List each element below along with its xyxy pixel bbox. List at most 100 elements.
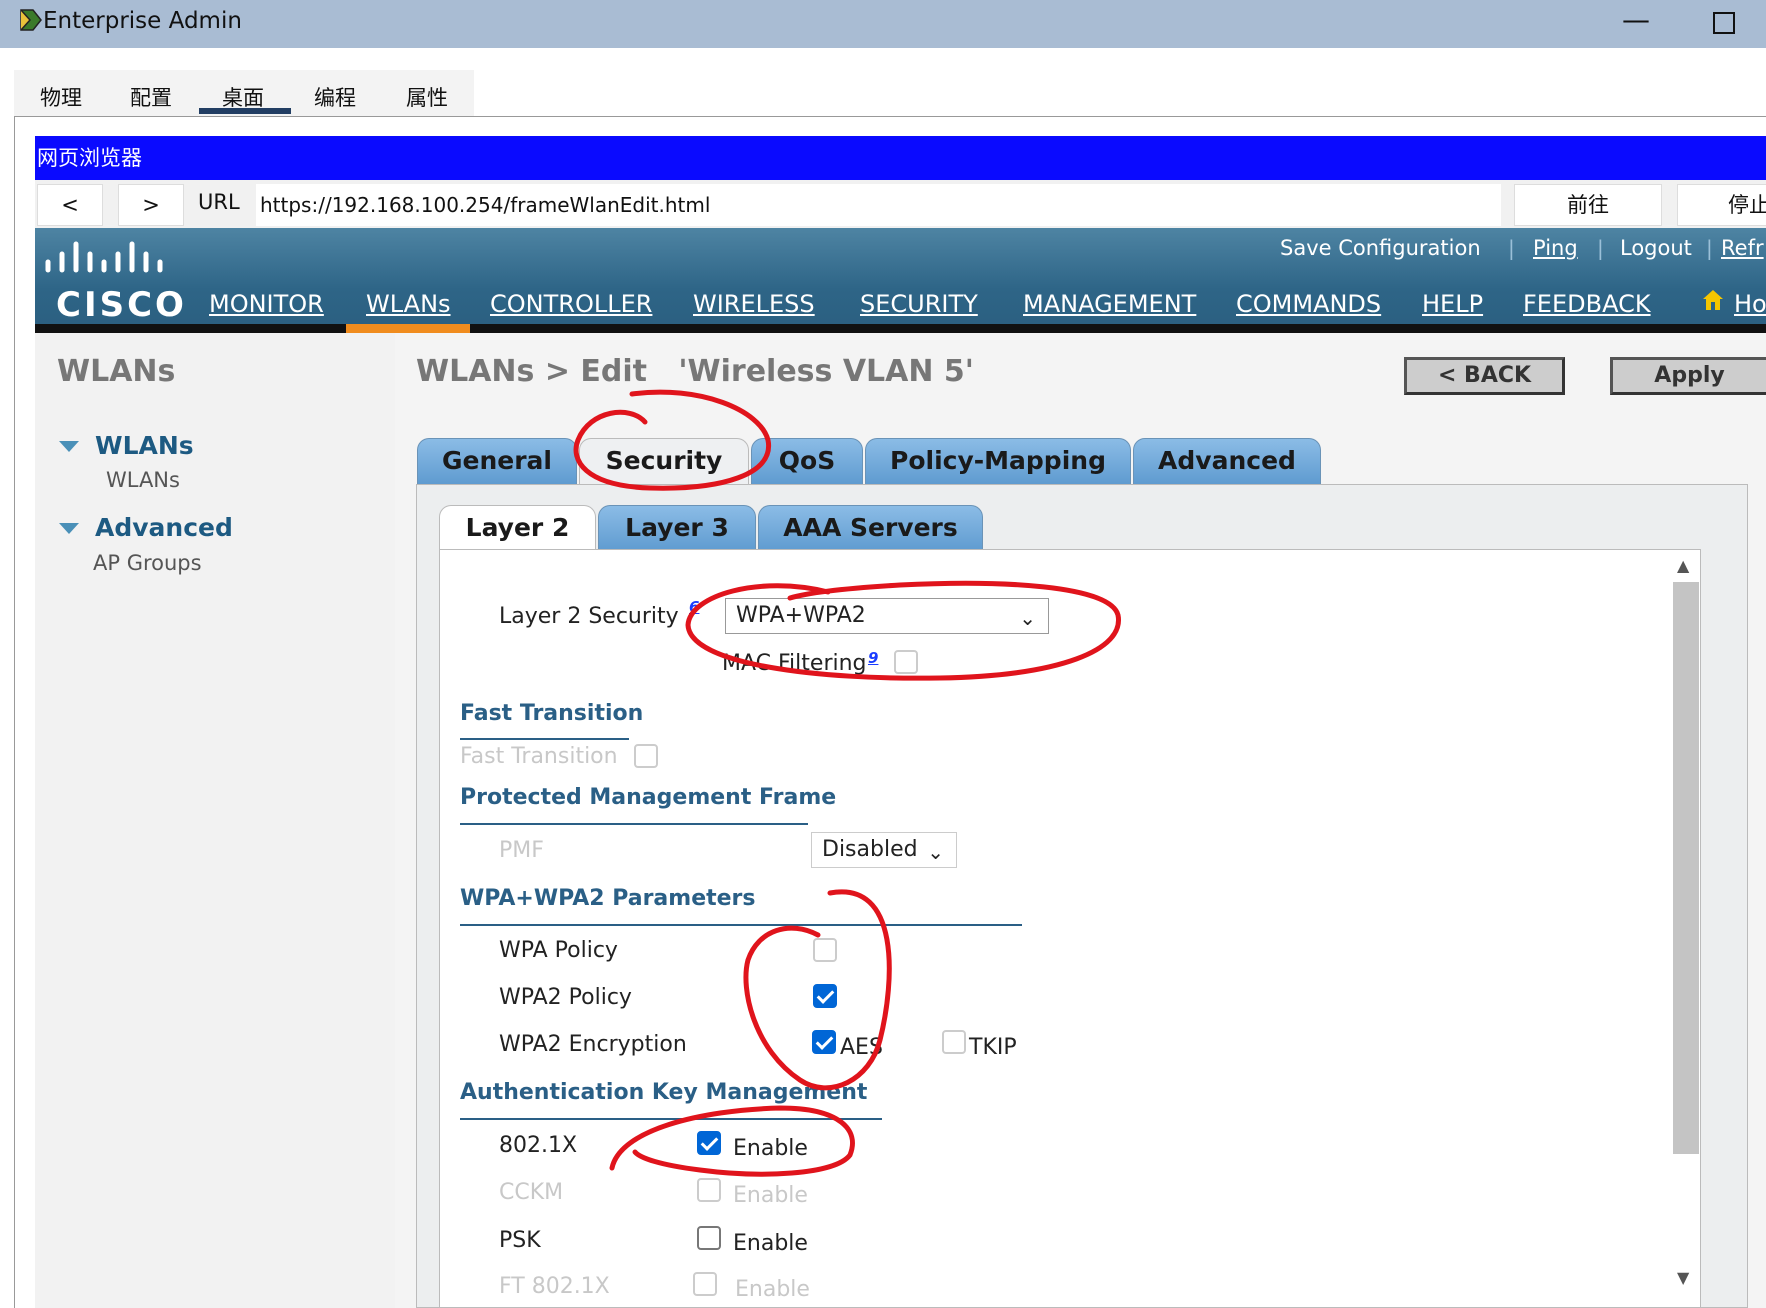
fast-transition-checkbox[interactable] xyxy=(634,744,658,768)
minimize-icon[interactable]: — xyxy=(1622,3,1650,36)
wpa-policy-label: WPA Policy xyxy=(499,938,618,963)
tab-advanced[interactable]: Advanced xyxy=(1133,438,1321,484)
section-divider xyxy=(460,1118,882,1120)
menu-controller[interactable]: CONTROLLER xyxy=(490,290,652,318)
go-button[interactable]: 前往 xyxy=(1514,184,1662,226)
stop-button[interactable]: 停止 xyxy=(1677,184,1766,226)
scrollbar[interactable] xyxy=(1673,582,1699,1154)
wpa2-policy-label: WPA2 Policy xyxy=(499,985,632,1010)
section-divider xyxy=(460,924,1022,926)
akm-ft8021x-option: Enable xyxy=(735,1277,810,1302)
home-icon[interactable] xyxy=(1702,288,1724,312)
akm-cckm-label: CCKM xyxy=(499,1180,564,1205)
akm-psk-label: PSK xyxy=(499,1228,541,1253)
sidebar xyxy=(35,333,395,1308)
akm-cckm-checkbox[interactable] xyxy=(697,1178,721,1202)
akm-8021x-option: Enable xyxy=(733,1136,808,1161)
section-divider xyxy=(460,823,808,825)
window-title-bar xyxy=(0,0,1766,48)
tab-attributes[interactable]: 属性 xyxy=(406,82,448,112)
menu-wireless[interactable]: WIRELESS xyxy=(693,290,815,318)
tab-policy-mapping[interactable]: Policy-Mapping xyxy=(865,438,1131,484)
window-title: Enterprise Admin xyxy=(43,8,242,34)
tab-general[interactable]: General xyxy=(417,438,577,484)
pmf-value: Disabled xyxy=(822,837,918,862)
header-bottom-bar xyxy=(35,324,1766,333)
mac-filtering-footnote[interactable]: 9 xyxy=(868,649,878,667)
sidebar-group-wlans[interactable]: WLANs xyxy=(95,431,194,460)
wpa2-policy-checkbox[interactable] xyxy=(813,984,837,1008)
app-icon xyxy=(20,9,42,31)
section-divider xyxy=(460,738,629,740)
menu-commands[interactable]: COMMANDS xyxy=(1236,290,1381,318)
pmf-select[interactable]: Disabled ⌄ xyxy=(811,832,957,868)
forward-button[interactable]: > xyxy=(118,184,184,226)
browser-title: 网页浏览器 xyxy=(35,136,1766,180)
logout-link[interactable]: Logout xyxy=(1620,236,1692,260)
url-label: URL xyxy=(198,190,240,214)
page-title: WLANs > Edit 'Wireless VLAN 5' xyxy=(416,354,974,389)
sidebar-item-ap-groups[interactable]: AP Groups xyxy=(93,551,202,575)
expand-triangle-icon[interactable] xyxy=(59,441,79,452)
menu-monitor[interactable]: MONITOR xyxy=(209,290,324,318)
cisco-logo-text: CISCO xyxy=(56,285,187,325)
akm-ft8021x-label: FT 802.1X xyxy=(499,1274,610,1299)
link-separator: | xyxy=(1508,236,1515,260)
aes-label: AES xyxy=(840,1035,883,1060)
menu-wlans[interactable]: WLANs xyxy=(366,290,451,318)
menu-feedback[interactable]: FEEDBACK xyxy=(1523,290,1651,318)
menu-management[interactable]: MANAGEMENT xyxy=(1023,290,1196,318)
tab-physical[interactable]: 物理 xyxy=(40,82,82,112)
url-input[interactable] xyxy=(256,184,1501,226)
active-tab-indicator xyxy=(199,108,291,114)
layer2-security-select[interactable]: WPA+WPA2 ⌄ xyxy=(725,598,1049,634)
layer2-security-footnote[interactable]: 6 xyxy=(689,598,699,616)
menu-home[interactable]: Ho xyxy=(1734,290,1766,318)
back-page-button[interactable]: < BACK xyxy=(1404,357,1565,395)
fast-transition-section: Fast Transition xyxy=(460,701,644,726)
layer2-security-value: WPA+WPA2 xyxy=(736,603,866,628)
menu-security[interactable]: SECURITY xyxy=(860,290,978,318)
akm-cckm-option: Enable xyxy=(733,1183,808,1208)
ping-link[interactable]: Ping xyxy=(1533,236,1578,260)
subtab-layer2[interactable]: Layer 2 xyxy=(439,505,596,551)
wpa-section: WPA+WPA2 Parameters xyxy=(460,886,756,911)
sidebar-group-advanced[interactable]: Advanced xyxy=(95,513,233,542)
refresh-link[interactable]: Refr xyxy=(1721,236,1764,260)
tab-security[interactable]: Security xyxy=(579,438,749,484)
akm-section: Authentication Key Management xyxy=(460,1080,868,1105)
akm-psk-checkbox[interactable] xyxy=(697,1226,721,1250)
tab-programming[interactable]: 编程 xyxy=(314,82,356,112)
mac-filtering-checkbox[interactable] xyxy=(894,650,918,674)
sidebar-title: WLANs xyxy=(57,354,176,389)
subtab-layer3[interactable]: Layer 3 xyxy=(598,505,756,551)
save-configuration-link[interactable]: Save Configuration xyxy=(1280,236,1481,260)
tab-config[interactable]: 配置 xyxy=(130,82,172,112)
pmf-section: Protected Management Frame xyxy=(460,785,837,810)
maximize-icon[interactable] xyxy=(1713,12,1735,34)
pmf-label: PMF xyxy=(499,838,544,863)
menu-help[interactable]: HELP xyxy=(1422,290,1483,318)
wpa-policy-checkbox[interactable] xyxy=(813,938,837,962)
akm-psk-option: Enable xyxy=(733,1231,808,1256)
link-separator: | xyxy=(1706,236,1713,260)
tab-qos[interactable]: QoS xyxy=(751,438,863,484)
scroll-down-icon[interactable]: ▼ xyxy=(1677,1268,1689,1287)
apply-button[interactable]: Apply xyxy=(1610,357,1766,395)
akm-ft8021x-checkbox[interactable] xyxy=(693,1272,717,1296)
akm-8021x-label: 802.1X xyxy=(499,1133,578,1158)
chevron-down-icon: ⌄ xyxy=(1019,606,1036,630)
tkip-checkbox[interactable] xyxy=(942,1030,966,1054)
wpa2-encryption-label: WPA2 Encryption xyxy=(499,1032,687,1057)
subtab-aaa-servers[interactable]: AAA Servers xyxy=(758,505,983,551)
sidebar-item-wlans[interactable]: WLANs xyxy=(106,468,180,492)
scroll-up-icon[interactable]: ▲ xyxy=(1677,556,1689,575)
link-separator: | xyxy=(1597,236,1604,260)
fast-transition-label: Fast Transition xyxy=(460,744,618,769)
chevron-down-icon: ⌄ xyxy=(927,840,944,864)
back-button[interactable]: < xyxy=(37,184,103,226)
expand-triangle-icon[interactable] xyxy=(59,523,79,534)
akm-8021x-checkbox[interactable] xyxy=(697,1131,721,1155)
active-menu-indicator xyxy=(346,324,470,333)
aes-checkbox[interactable] xyxy=(812,1030,836,1054)
